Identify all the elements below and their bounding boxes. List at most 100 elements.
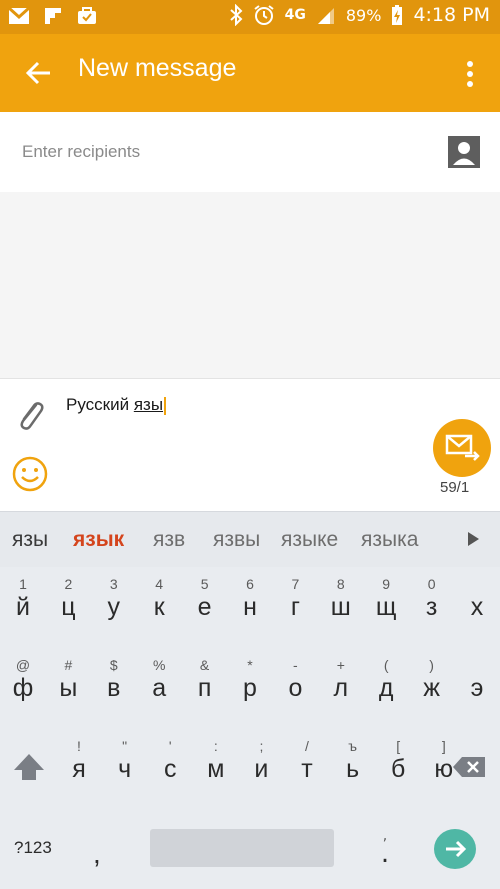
key-label: й xyxy=(16,593,30,621)
flipboard-icon xyxy=(42,6,64,26)
clock: 4:18 PM xyxy=(413,4,490,26)
key-row1-3[interactable]: 4к xyxy=(136,572,182,632)
key-hint: 7 xyxy=(291,576,300,592)
space-key[interactable] xyxy=(150,829,334,867)
key-label: ш xyxy=(330,593,351,621)
period-key[interactable]: ,. xyxy=(370,828,400,872)
key-row2-8[interactable]: (д xyxy=(363,653,409,713)
gmail-icon xyxy=(8,6,30,26)
key-row3-4[interactable]: ; и xyxy=(238,734,284,794)
key-row1-1[interactable]: 2ц xyxy=(45,572,91,632)
more-options-icon[interactable] xyxy=(466,60,474,88)
suggestion-1[interactable]: язы xyxy=(12,528,48,552)
key-label: э xyxy=(470,674,484,702)
system-icons: 4G 89% 4:18 PM xyxy=(229,4,490,26)
more-suggestions-icon[interactable] xyxy=(466,530,480,548)
enter-key[interactable] xyxy=(434,829,476,869)
suggestion-6[interactable]: языка xyxy=(361,528,418,552)
key-label: а xyxy=(152,674,167,702)
contact-picker-icon[interactable] xyxy=(448,136,480,168)
key-hint: 1 xyxy=(19,576,27,592)
key-label: б xyxy=(391,755,406,783)
key-row1-0[interactable]: 1й xyxy=(0,572,46,632)
key-label: з xyxy=(425,593,438,621)
key-row1-4[interactable]: 5е xyxy=(182,572,228,632)
key-row3-6[interactable]: ъь xyxy=(330,734,376,794)
shift-key-icon[interactable] xyxy=(12,752,46,782)
key-hint: / xyxy=(305,738,309,754)
key-row2-7[interactable]: + л xyxy=(318,653,364,713)
key-hint: - xyxy=(293,657,298,673)
key-row1-7[interactable]: 8ш xyxy=(318,572,364,632)
comma-key[interactable]: , xyxy=(93,838,101,870)
suggestion-3[interactable]: язв xyxy=(153,528,185,552)
key-label: ц xyxy=(61,593,76,621)
key-row3-5[interactable]: / т xyxy=(284,734,330,794)
key-label: ж xyxy=(423,674,440,702)
suggestion-4[interactable]: язвы xyxy=(213,528,260,552)
suggestion-5[interactable]: языке xyxy=(281,528,338,552)
key-hint: 2 xyxy=(64,576,73,592)
key-row2-1[interactable]: # ы xyxy=(45,653,91,713)
key-row1-9[interactable]: 0з xyxy=(409,572,455,632)
key-label: г xyxy=(290,593,300,621)
key-hint: 5 xyxy=(200,576,209,592)
key-label: ь xyxy=(346,755,360,783)
attach-icon[interactable] xyxy=(14,397,46,433)
key-label: ф xyxy=(12,674,34,702)
key-hint xyxy=(454,657,500,673)
message-text: Русский xyxy=(66,395,134,414)
message-input[interactable]: Русский язы xyxy=(66,395,167,415)
key-row2-3[interactable]: % а xyxy=(136,653,182,713)
key-hint: 3 xyxy=(109,576,118,592)
status-bar: 4G 89% 4:18 PM xyxy=(0,0,500,34)
key-row3-1[interactable]: " ч xyxy=(102,734,148,794)
key-hint xyxy=(454,576,500,592)
key-row1-8[interactable]: 9щ xyxy=(363,572,409,632)
battery-percent: 89% xyxy=(345,5,382,25)
key-row3-7[interactable]: [б xyxy=(375,734,421,794)
key-hint: @ xyxy=(15,657,31,673)
key-row3-2[interactable]: ' с xyxy=(147,734,193,794)
alarm-icon xyxy=(254,5,274,25)
key-row2-6[interactable]: -о xyxy=(272,653,318,713)
key-hint: & xyxy=(199,657,210,673)
emoji-icon[interactable] xyxy=(11,455,49,493)
network-type: 4G xyxy=(284,7,306,23)
key-row1-6[interactable]: 7г xyxy=(272,572,318,632)
key-hint: ( xyxy=(383,657,389,673)
character-counter: 59/1 xyxy=(440,479,470,496)
recipients-row: Enter recipients xyxy=(0,112,500,193)
key-hint: " xyxy=(122,738,128,754)
key-label: н xyxy=(243,593,257,621)
symbols-key[interactable]: ?123 xyxy=(14,838,52,858)
backspace-key-icon[interactable] xyxy=(452,756,486,778)
key-hint: + xyxy=(336,657,345,673)
key-hint: ' xyxy=(168,738,172,754)
recipients-input[interactable]: Enter recipients xyxy=(22,142,140,162)
key-row1-2[interactable]: 3у xyxy=(91,572,137,632)
key-row1-10[interactable]: х xyxy=(454,572,500,632)
back-arrow-icon[interactable] xyxy=(24,58,54,88)
key-row3-3[interactable]: :м xyxy=(193,734,239,794)
key-row2-9[interactable]: ) ж xyxy=(409,653,455,713)
key-label: щ xyxy=(375,593,397,621)
key-row2-4[interactable]: & п xyxy=(182,653,228,713)
send-button[interactable] xyxy=(433,419,491,477)
key-hint: 0 xyxy=(427,576,436,592)
key-row1-5[interactable]: 6н xyxy=(227,572,273,632)
key-label: и xyxy=(254,755,269,783)
notification-icons xyxy=(8,6,98,26)
key-row2-10[interactable]: э xyxy=(454,653,500,713)
key-row3-0[interactable]: ! я xyxy=(56,734,102,794)
key-row2-2[interactable]: $ в xyxy=(91,653,137,713)
key-row2-5[interactable]: * р xyxy=(227,653,273,713)
key-row2-0[interactable]: @ ф xyxy=(0,653,46,713)
key-label: ч xyxy=(118,755,132,783)
key-hint: [ xyxy=(396,738,401,754)
key-label: в xyxy=(107,674,121,702)
key-label: т xyxy=(301,755,313,783)
suggestion-2[interactable]: язык xyxy=(73,528,124,552)
key-hint: : xyxy=(213,738,218,754)
suggestion-strip: язы язык язв язвы языке языка xyxy=(0,511,500,568)
